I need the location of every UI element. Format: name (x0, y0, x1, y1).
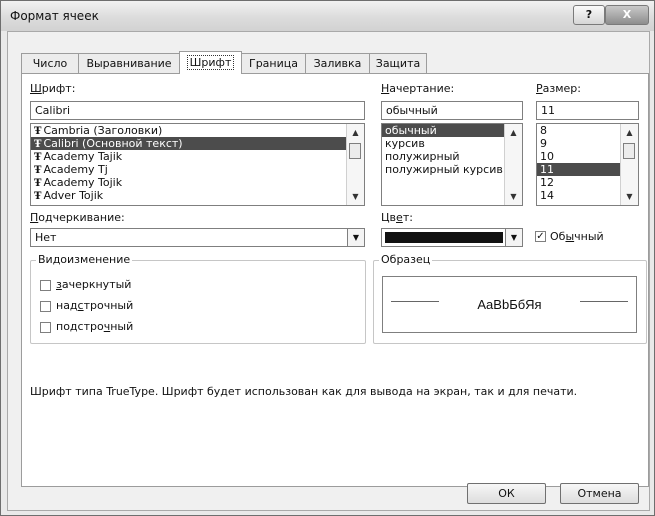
scroll-up-icon[interactable]: ▲ (505, 125, 522, 140)
tab-alignment[interactable]: Выравнивание (78, 53, 180, 73)
normal-font-checkbox[interactable]: ✓ (535, 231, 546, 242)
normal-font-label: Обычный (550, 230, 604, 243)
size-list-item-label: 14 (540, 189, 554, 202)
style-list-scrollbar[interactable]: ▲ ▼ (504, 124, 522, 205)
font-list-item-label: Adver Tojik (43, 189, 104, 202)
style-list-item-label: обычный (385, 124, 437, 137)
chevron-down-icon[interactable]: ▼ (347, 229, 364, 246)
style-list[interactable]: обычный курсив полужирный полужирный курсив… (381, 123, 523, 206)
size-list-scrollbar[interactable]: ▲ ▼ (620, 124, 638, 205)
font-tab-panel: Шрифт: Calibri Ŧ Cambria (Заголовки) Ŧ Cali… (21, 73, 649, 487)
font-list-item-label: Academy Tj (43, 163, 108, 176)
font-list-item-label: Academy Tojik (43, 176, 123, 189)
dialog-body: Число Выравнивание Шрифт Граница Заливка… (7, 31, 650, 511)
tab-border[interactable]: Граница (241, 53, 306, 73)
font-list-item-label: Academy Tajik (43, 150, 123, 163)
underline-label: Подчеркивание: (30, 211, 125, 224)
preview-baseline-right (580, 301, 628, 302)
scroll-down-icon[interactable]: ▼ (505, 189, 522, 204)
style-list-item-label: полужирный (385, 150, 460, 163)
scroll-thumb[interactable] (623, 143, 635, 159)
font-list-item-label: Calibri (Основной текст) (43, 137, 183, 150)
size-list-item-label: 10 (540, 150, 554, 163)
scroll-up-icon[interactable]: ▲ (347, 125, 364, 140)
effects-group-label: Видоизменение (36, 253, 133, 266)
close-button[interactable]: X (605, 5, 649, 25)
truetype-font-icon: Ŧ (34, 126, 42, 137)
title-bar[interactable]: Формат ячеек ? X (1, 1, 654, 31)
preview-box: AaBbБбЯя (382, 276, 637, 333)
tab-font-label: Шрифт (186, 55, 235, 70)
size-label: Размер: (536, 82, 581, 95)
style-list-item[interactable]: обычный (382, 124, 522, 137)
style-list-item[interactable]: полужирный (382, 150, 522, 163)
font-list-item[interactable]: Ŧ Calibri (Основной текст) (31, 137, 364, 150)
format-cells-dialog: Формат ячеек ? X Число Выравнивание Шриф… (0, 0, 655, 516)
subscript-label: подстрочный (56, 320, 134, 333)
ok-button[interactable]: ОК (467, 483, 546, 504)
superscript-checkbox[interactable] (40, 301, 51, 312)
font-list-item[interactable]: Ŧ Adver Tojik (31, 189, 364, 202)
underline-value: Нет (35, 231, 57, 244)
style-list-item-label: курсив (385, 137, 425, 150)
font-input[interactable]: Calibri (30, 101, 365, 120)
scroll-thumb[interactable] (349, 143, 361, 159)
tab-fill[interactable]: Заливка (305, 53, 370, 73)
truetype-font-icon: Ŧ (34, 178, 42, 189)
size-input[interactable]: 11 (536, 101, 639, 120)
superscript-label: надстрочный (56, 299, 134, 312)
font-list-item[interactable]: Ŧ Academy Tojik (31, 176, 364, 189)
strikethrough-label: зачеркнутый (56, 278, 132, 291)
truetype-font-icon: Ŧ (34, 165, 42, 176)
font-description: Шрифт типа TrueType. Шрифт будет использ… (30, 385, 578, 398)
subscript-checkbox[interactable] (40, 322, 51, 333)
strikethrough-checkbox[interactable] (40, 280, 51, 291)
style-list-item[interactable]: курсив (382, 137, 522, 150)
scroll-down-icon[interactable]: ▼ (621, 189, 638, 204)
font-list-scrollbar[interactable]: ▲ ▼ (346, 124, 364, 205)
style-input[interactable]: обычный (381, 101, 523, 120)
tab-font[interactable]: Шрифт (179, 51, 242, 74)
preview-group-label: Образец (379, 253, 433, 266)
truetype-font-icon: Ŧ (34, 139, 42, 150)
dialog-title: Формат ячеек (10, 9, 99, 23)
color-dropdown[interactable]: ▼ (381, 228, 523, 247)
size-list-item-label: 9 (540, 137, 547, 150)
style-list-item[interactable]: полужирный курсив (382, 163, 522, 176)
style-list-item-label: полужирный курсив (385, 163, 503, 176)
size-list-item-label: 8 (540, 124, 547, 137)
font-label: Шрифт: (30, 82, 76, 95)
truetype-font-icon: Ŧ (34, 152, 42, 163)
size-list-item-label: 11 (540, 163, 554, 176)
font-list[interactable]: Ŧ Cambria (Заголовки) Ŧ Calibri (Основной т… (30, 123, 365, 206)
scroll-down-icon[interactable]: ▼ (347, 189, 364, 204)
effects-group: Видоизменение зачеркнутый надстрочный по… (30, 253, 366, 344)
color-label: Цвет: (381, 211, 413, 224)
cancel-button[interactable]: Отмена (560, 483, 639, 504)
scroll-up-icon[interactable]: ▲ (621, 125, 638, 140)
font-list-item[interactable]: Ŧ Cambria (Заголовки) (31, 124, 364, 137)
preview-text: AaBbБбЯя (477, 297, 542, 312)
style-label: Начертание: (381, 82, 455, 95)
truetype-font-icon: Ŧ (34, 191, 42, 202)
tab-protection[interactable]: Защита (369, 53, 427, 73)
tab-number[interactable]: Число (21, 53, 79, 73)
chevron-down-icon[interactable]: ▼ (505, 229, 522, 246)
font-list-item-label: Cambria (Заголовки) (43, 124, 163, 137)
font-list-item[interactable]: Ŧ Academy Tajik (31, 150, 364, 163)
underline-dropdown[interactable]: Нет ▼ (30, 228, 365, 247)
help-button[interactable]: ? (573, 5, 605, 25)
font-list-item[interactable]: Ŧ Academy Tj (31, 163, 364, 176)
color-swatch (385, 232, 503, 243)
size-list-item-label: 12 (540, 176, 554, 189)
size-list[interactable]: 8 9 10 11 12 14 ▲ ▼ (536, 123, 639, 206)
